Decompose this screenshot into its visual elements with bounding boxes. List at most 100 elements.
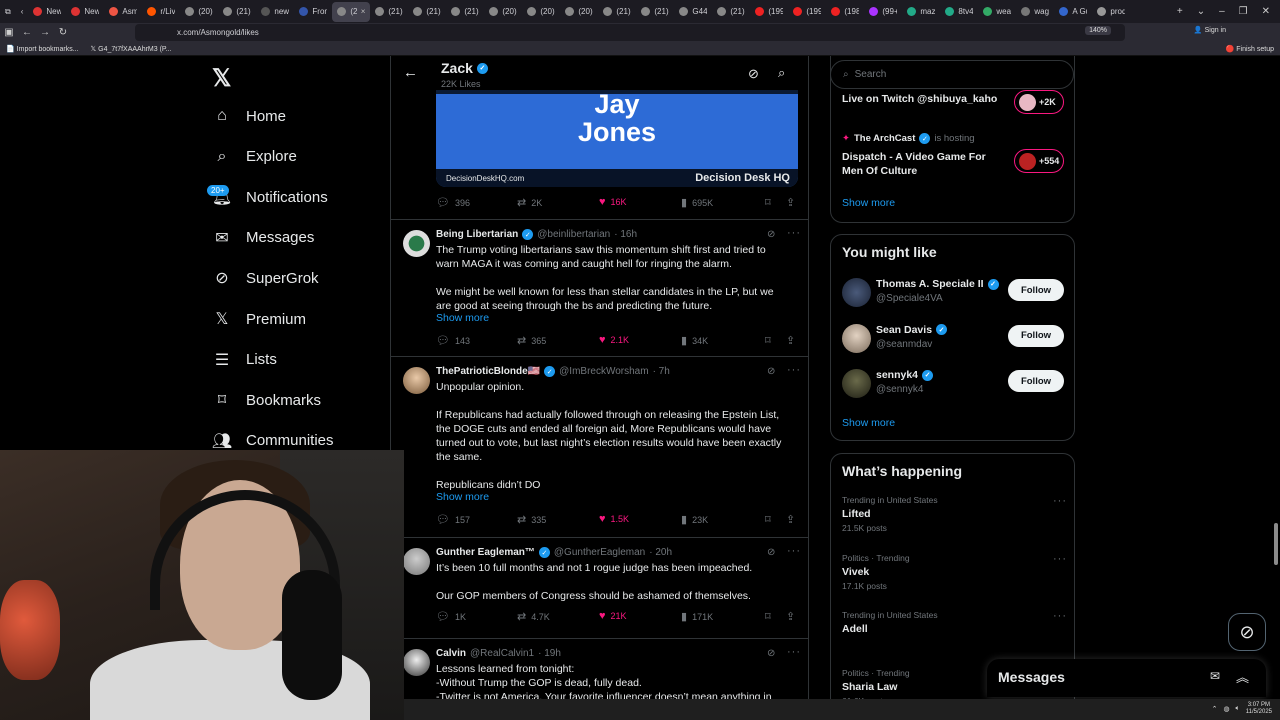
nav-item-explore[interactable]: ⌕ Explore (212, 147, 297, 167)
browser-tab[interactable]: New (28, 2, 66, 22)
search-input[interactable]: ⌕ Search (830, 60, 1074, 89)
tab-list-icon[interactable]: ⌄ (1197, 6, 1205, 17)
author-handle[interactable]: @RealCalvin1 (470, 648, 534, 659)
like-button[interactable]: ♥ 16K (599, 196, 627, 208)
trend-item[interactable]: Trending in United States Lifted 21.5K pos… (842, 495, 1067, 533)
avatar[interactable] (403, 230, 430, 257)
bookmark-import[interactable]: 📄 Import bookmarks... (6, 45, 79, 53)
bookmark-button[interactable]: ⌑ (765, 334, 771, 347)
author-handle[interactable]: @GuntherEagleman (554, 547, 645, 558)
avatar[interactable] (842, 278, 871, 307)
bookmark-button[interactable]: ⌑ (765, 513, 771, 526)
grok-icon[interactable]: ⊘ (767, 366, 775, 377)
follow-button[interactable]: Follow (1008, 279, 1064, 301)
browser-tab[interactable]: (20) M (560, 2, 598, 22)
nav-item-lists[interactable]: ☰ Lists (212, 350, 277, 370)
browser-tab[interactable]: From (294, 2, 332, 22)
more-options-icon[interactable]: ··· (787, 545, 801, 557)
browser-tab[interactable]: G446 (674, 2, 712, 22)
browser-tab[interactable]: (21) Z (712, 2, 750, 22)
views-button[interactable]: ▮ 23K (681, 513, 708, 526)
forward-button[interactable]: → (36, 27, 54, 38)
tab-overview-icon[interactable]: ⧉ (0, 2, 16, 22)
browser-tab[interactable]: (199) (750, 2, 788, 22)
like-button[interactable]: ♥ 1.5K (599, 513, 629, 525)
back-arrow-icon[interactable]: ← (403, 64, 418, 81)
volume-icon[interactable]: 🔈︎ (1236, 705, 1240, 713)
browser-tab[interactable]: A Gu (1054, 2, 1092, 22)
avatar[interactable] (842, 323, 871, 353)
close-tab-icon[interactable]: × (361, 7, 366, 16)
browser-tab[interactable]: (20) H (180, 2, 218, 22)
suggested-user[interactable]: Sean Davis ✓ @seanmdav Follow (842, 322, 1067, 356)
share-button[interactable]: ⇪ (786, 196, 795, 209)
page-scrollbar[interactable] (1274, 523, 1278, 565)
user-name[interactable]: Sean Davis ✓ (876, 324, 948, 336)
tweet-time[interactable]: · 16h (614, 229, 637, 240)
space-title[interactable]: Dispatch - A Video Game For Men Of Cultu… (842, 150, 1002, 178)
sidebar-toggle-icon[interactable]: ▣ (0, 27, 18, 38)
share-button[interactable]: ⇪ (786, 610, 795, 623)
browser-tab[interactable]: (21) S (598, 2, 636, 22)
bookmark-button[interactable]: ⌑ (765, 196, 771, 209)
reply-button[interactable]: 💬︎ 1K (436, 610, 466, 623)
bookmark-item[interactable]: 𝕏 G4_7t7fXAAAhrM3 (P... (91, 45, 172, 53)
grok-icon[interactable]: ⊘ (748, 66, 759, 82)
browser-tab[interactable]: new y (256, 2, 294, 22)
clock[interactable]: 3:07 PM 11/5/2025 (1246, 702, 1272, 716)
browser-tab[interactable]: (20) O (484, 2, 522, 22)
browser-tab[interactable]: (198) (826, 2, 864, 22)
close-window-button[interactable]: ✕ (1262, 6, 1270, 17)
browser-tab[interactable]: wealt (978, 2, 1016, 22)
browser-tab[interactable]: Asmo (104, 2, 142, 22)
author-name[interactable]: Gunther Eagleman™ (436, 547, 535, 558)
new-tab-button[interactable]: + (1177, 6, 1183, 17)
live-title[interactable]: Live on Twitch @shibuya_kaho (842, 93, 997, 105)
restore-button[interactable]: ❐ (1239, 6, 1248, 17)
space-listeners-pill[interactable]: +554 (1014, 149, 1064, 173)
reply-button[interactable]: 💬︎ 396 (436, 196, 470, 209)
author-name[interactable]: Being Libertarian (436, 229, 518, 240)
network-icon[interactable]: ◍ (1223, 705, 1229, 713)
show-more-link[interactable]: Show more (436, 491, 489, 503)
repost-button[interactable]: ⇄ 335 (517, 513, 546, 526)
user-name[interactable]: Thomas A. Speciale II ✓ (876, 278, 999, 290)
browser-tab[interactable]: (21) D (446, 2, 484, 22)
browser-tab[interactable]: (21) V (370, 2, 408, 22)
more-options-icon[interactable]: ··· (1053, 553, 1067, 565)
show-more-link[interactable]: Show more (842, 197, 895, 209)
chevron-up-icon[interactable]: ⌃ (1212, 705, 1218, 713)
tweet[interactable]: Gunther Eagleman™ ✓ @GuntherEagleman · 20h ⊘… (391, 538, 808, 639)
back-button[interactable]: ← (18, 27, 36, 38)
like-button[interactable]: ♥ 2.1K (599, 334, 629, 346)
nav-item-communities[interactable]: 👥︎ Communities (212, 431, 334, 451)
browser-tab[interactable]: (21) R (218, 2, 256, 22)
grok-icon[interactable]: ⊘ (767, 229, 775, 240)
trend-item[interactable]: Politics · Trending Vivek 17.1K posts ··· (842, 553, 1067, 591)
chevron-up-icon[interactable]: ︽ (1236, 667, 1249, 686)
grok-button[interactable]: ⊘ (1228, 613, 1266, 651)
browser-tab[interactable]: 8tv4- (940, 2, 978, 22)
browser-tab[interactable]: (199) (788, 2, 826, 22)
tab-scroll-left-icon[interactable]: ‹ (16, 2, 29, 22)
address-bar[interactable]: x.com/Asmongold/likes 140% (135, 24, 1125, 41)
browser-tab[interactable]: (21) × (332, 1, 371, 22)
show-more-link[interactable]: Show more (436, 312, 489, 324)
browser-tab[interactable]: mazda (902, 2, 940, 22)
avatar[interactable] (403, 649, 430, 676)
reply-button[interactable]: 💬︎ 143 (436, 334, 470, 347)
user-handle[interactable]: @sennyk4 (876, 384, 923, 395)
bookmark-button[interactable]: ⌑ (765, 610, 771, 623)
tweet-time[interactable]: · 20h (649, 547, 672, 558)
browser-tab[interactable]: produ (1092, 2, 1130, 22)
more-options-icon[interactable]: ··· (787, 646, 801, 658)
follow-button[interactable]: Follow (1008, 324, 1064, 347)
views-button[interactable]: ▮ 695K (681, 196, 713, 209)
views-button[interactable]: ▮ 171K (681, 610, 713, 623)
like-button[interactable]: ♥ 21K (599, 610, 627, 622)
repost-button[interactable]: ⇄ 4.7K (517, 610, 550, 623)
live-listeners-pill[interactable]: +2K (1014, 90, 1064, 114)
browser-tab[interactable]: (21) A (408, 2, 446, 22)
share-button[interactable]: ⇪ (786, 334, 795, 347)
follow-button[interactable]: Follow (1008, 370, 1064, 392)
